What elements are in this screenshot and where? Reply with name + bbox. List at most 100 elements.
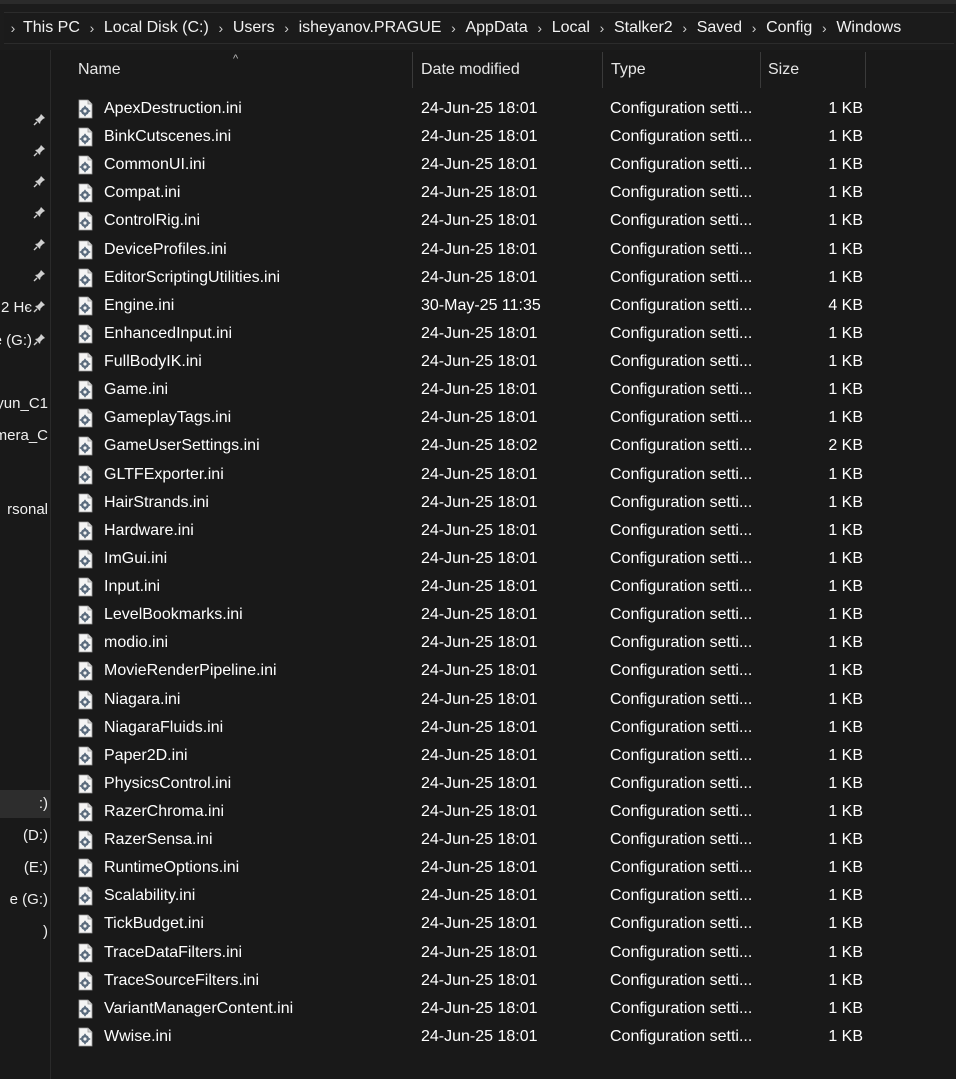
sidebar-item[interactable]: (D:) <box>0 822 50 850</box>
column-header-size[interactable]: Size <box>761 50 866 90</box>
file-row[interactable]: ImGui.ini 24-Jun-25 18:01 Configuration se… <box>73 545 863 573</box>
file-row[interactable]: RazerChroma.ini 24-Jun-25 18:01 Configurat… <box>73 798 863 826</box>
pin-icon[interactable] <box>33 300 46 316</box>
sidebar-item[interactable]: e (G:) <box>0 327 50 355</box>
breadcrumb-segment[interactable]: This PC <box>22 19 81 37</box>
file-row[interactable]: BinkCutscenes.ini 24-Jun-25 18:01 Configur… <box>73 123 863 151</box>
file-row[interactable]: FullBodyIK.ini 24-Jun-25 18:01 Configurati… <box>73 348 863 376</box>
sidebar-item[interactable]: :) <box>0 790 50 818</box>
file-row[interactable]: Input.ini 24-Jun-25 18:01 Configuration se… <box>73 573 863 601</box>
address-bar: › This PC › Local Disk (C:) › Users › isheyanov… <box>0 0 956 50</box>
file-row[interactable]: Engine.ini 30-May-25 11:35 Configuration s… <box>73 292 863 320</box>
sidebar-item[interactable]: rsonal <box>0 496 50 524</box>
file-row[interactable]: GLTFExporter.ini 24-Jun-25 18:01 Configura… <box>73 461 863 489</box>
breadcrumb-segment[interactable]: Users <box>232 19 276 37</box>
chevron-right-icon[interactable]: › <box>813 20 835 36</box>
file-type: Configuration setti... <box>610 268 753 286</box>
breadcrumb-segment[interactable]: Saved <box>696 19 743 37</box>
chevron-right-icon[interactable]: › <box>81 20 103 36</box>
pin-icon[interactable] <box>33 113 46 129</box>
navigation-pane[interactable]: 2 Hє e (G:) yun_C1 mera_Crsonal:) (D:) (E:) e … <box>0 50 51 1079</box>
sidebar-item[interactable] <box>0 232 50 260</box>
file-row[interactable]: Scalability.ini 24-Jun-25 18:01 Configurat… <box>73 882 863 910</box>
chevron-right-icon[interactable]: › <box>276 20 298 36</box>
sidebar-item[interactable]: yun_C1 <box>0 390 50 418</box>
breadcrumb-segment[interactable]: Local <box>551 19 591 37</box>
breadcrumb-segment[interactable]: isheyanov.PRAGUE <box>298 19 443 37</box>
pin-icon[interactable] <box>33 175 46 191</box>
file-date-modified: 24-Jun-25 18:01 <box>421 634 538 652</box>
pin-icon[interactable] <box>33 238 46 254</box>
file-date-modified: 24-Jun-25 18:01 <box>421 915 538 933</box>
sidebar-item[interactable] <box>0 169 50 197</box>
sidebar-item[interactable]: e (G:) <box>0 886 50 914</box>
file-name: PhysicsControl.ini <box>104 774 232 792</box>
file-row[interactable]: PhysicsControl.ini 24-Jun-25 18:01 Configu… <box>73 770 863 798</box>
file-row[interactable]: EditorScriptingUtilities.ini 24-Jun-25 18… <box>73 264 863 292</box>
file-row[interactable]: modio.ini 24-Jun-25 18:01 Configuration se… <box>73 629 863 657</box>
file-row[interactable]: TraceSourceFilters.ini 24-Jun-25 18:01 Con… <box>73 967 863 995</box>
pin-icon[interactable] <box>33 206 46 222</box>
file-row[interactable]: Niagara.ini 24-Jun-25 18:01 Configuration … <box>73 686 863 714</box>
breadcrumb-segment[interactable]: Config <box>765 19 813 37</box>
file-row[interactable]: DeviceProfiles.ini 24-Jun-25 18:01 Configu… <box>73 236 863 264</box>
sidebar-item[interactable] <box>0 138 50 166</box>
sidebar-item[interactable]: mera_C <box>0 422 50 450</box>
file-row[interactable]: GameplayTags.ini 24-Jun-25 18:01 Configura… <box>73 404 863 432</box>
file-row[interactable]: ControlRig.ini 24-Jun-25 18:01 Configurati… <box>73 207 863 235</box>
chevron-right-icon[interactable]: › <box>529 20 551 36</box>
pin-icon[interactable] <box>33 269 46 285</box>
chevron-right-icon[interactable]: › <box>210 20 232 36</box>
file-row[interactable]: GameUserSettings.ini 24-Jun-25 18:02 Confi… <box>73 432 863 460</box>
file-row[interactable]: EnhancedInput.ini 24-Jun-25 18:01 Configur… <box>73 320 863 348</box>
file-row[interactable]: HairStrands.ini 24-Jun-25 18:01 Configurat… <box>73 489 863 517</box>
breadcrumb-segment[interactable]: Windows <box>835 19 902 37</box>
file-row[interactable]: TraceDataFilters.ini 24-Jun-25 18:01 Confi… <box>73 939 863 967</box>
chevron-right-icon[interactable]: › <box>743 20 765 36</box>
file-row[interactable]: Hardware.ini 24-Jun-25 18:01 Configuration… <box>73 517 863 545</box>
chevron-right-icon[interactable]: › <box>591 20 613 36</box>
chevron-right-icon[interactable]: › <box>442 20 464 36</box>
sidebar-item[interactable]: 2 Hє <box>0 294 50 322</box>
file-type: Configuration setti... <box>610 859 753 877</box>
file-type: Configuration setti... <box>610 184 753 202</box>
column-header-type[interactable]: Type <box>603 50 761 90</box>
file-row[interactable]: ApexDestruction.ini 24-Jun-25 18:01 Config… <box>73 95 863 123</box>
file-row[interactable]: RazerSensa.ini 24-Jun-25 18:01 Configurati… <box>73 826 863 854</box>
sidebar-item[interactable] <box>0 263 50 291</box>
breadcrumb[interactable]: › This PC › Local Disk (C:) › Users › isheyanov… <box>4 12 954 44</box>
file-row[interactable]: MovieRenderPipeline.ini 24-Jun-25 18:01 Co… <box>73 657 863 685</box>
file-date-modified: 24-Jun-25 18:01 <box>421 887 538 905</box>
chevron-right-icon[interactable]: › <box>674 20 696 36</box>
pin-icon[interactable] <box>33 144 46 160</box>
file-row[interactable]: Compat.ini 24-Jun-25 18:01 Configuration s… <box>73 179 863 207</box>
config-file-icon <box>77 436 95 456</box>
sidebar-item[interactable]: (E:) <box>0 854 50 882</box>
breadcrumb-segment[interactable]: AppData <box>464 19 528 37</box>
column-header-name[interactable]: ^ Name <box>51 50 413 90</box>
sidebar-item[interactable] <box>0 107 50 135</box>
breadcrumb-segment[interactable]: Stalker2 <box>613 19 674 37</box>
file-row[interactable]: Wwise.ini 24-Jun-25 18:01 Configuration se… <box>73 1023 863 1051</box>
file-row[interactable]: RuntimeOptions.ini 24-Jun-25 18:01 Configu… <box>73 854 863 882</box>
column-header-date[interactable]: Date modified <box>413 50 603 90</box>
file-row[interactable]: VariantManagerContent.ini 24-Jun-25 18:01… <box>73 995 863 1023</box>
pin-icon[interactable] <box>33 333 46 349</box>
chevron-right-icon[interactable]: › <box>4 20 22 36</box>
sidebar-item[interactable]: ) <box>0 918 50 946</box>
sidebar-item[interactable] <box>0 200 50 228</box>
file-row[interactable]: LevelBookmarks.ini 24-Jun-25 18:01 Configu… <box>73 601 863 629</box>
breadcrumb-segment[interactable]: Local Disk (C:) <box>103 19 210 37</box>
file-row[interactable]: Paper2D.ini 24-Jun-25 18:01 Configuration … <box>73 742 863 770</box>
config-file-icon <box>77 549 95 569</box>
file-date-modified: 24-Jun-25 18:01 <box>421 859 538 877</box>
file-row[interactable]: CommonUI.ini 24-Jun-25 18:01 Configuration… <box>73 151 863 179</box>
file-date-modified: 24-Jun-25 18:01 <box>421 943 538 961</box>
file-name: modio.ini <box>104 634 169 652</box>
file-row[interactable]: TickBudget.ini 24-Jun-25 18:01 Configurati… <box>73 910 863 938</box>
config-file-icon <box>77 268 95 288</box>
file-list[interactable]: ^ Name Date modified Type Size ApexDestr… <box>51 50 956 1079</box>
file-row[interactable]: NiagaraFluids.ini 24-Jun-25 18:01 Configur… <box>73 714 863 742</box>
file-row[interactable]: Game.ini 24-Jun-25 18:01 Configuration set… <box>73 376 863 404</box>
column-divider[interactable] <box>865 52 866 88</box>
